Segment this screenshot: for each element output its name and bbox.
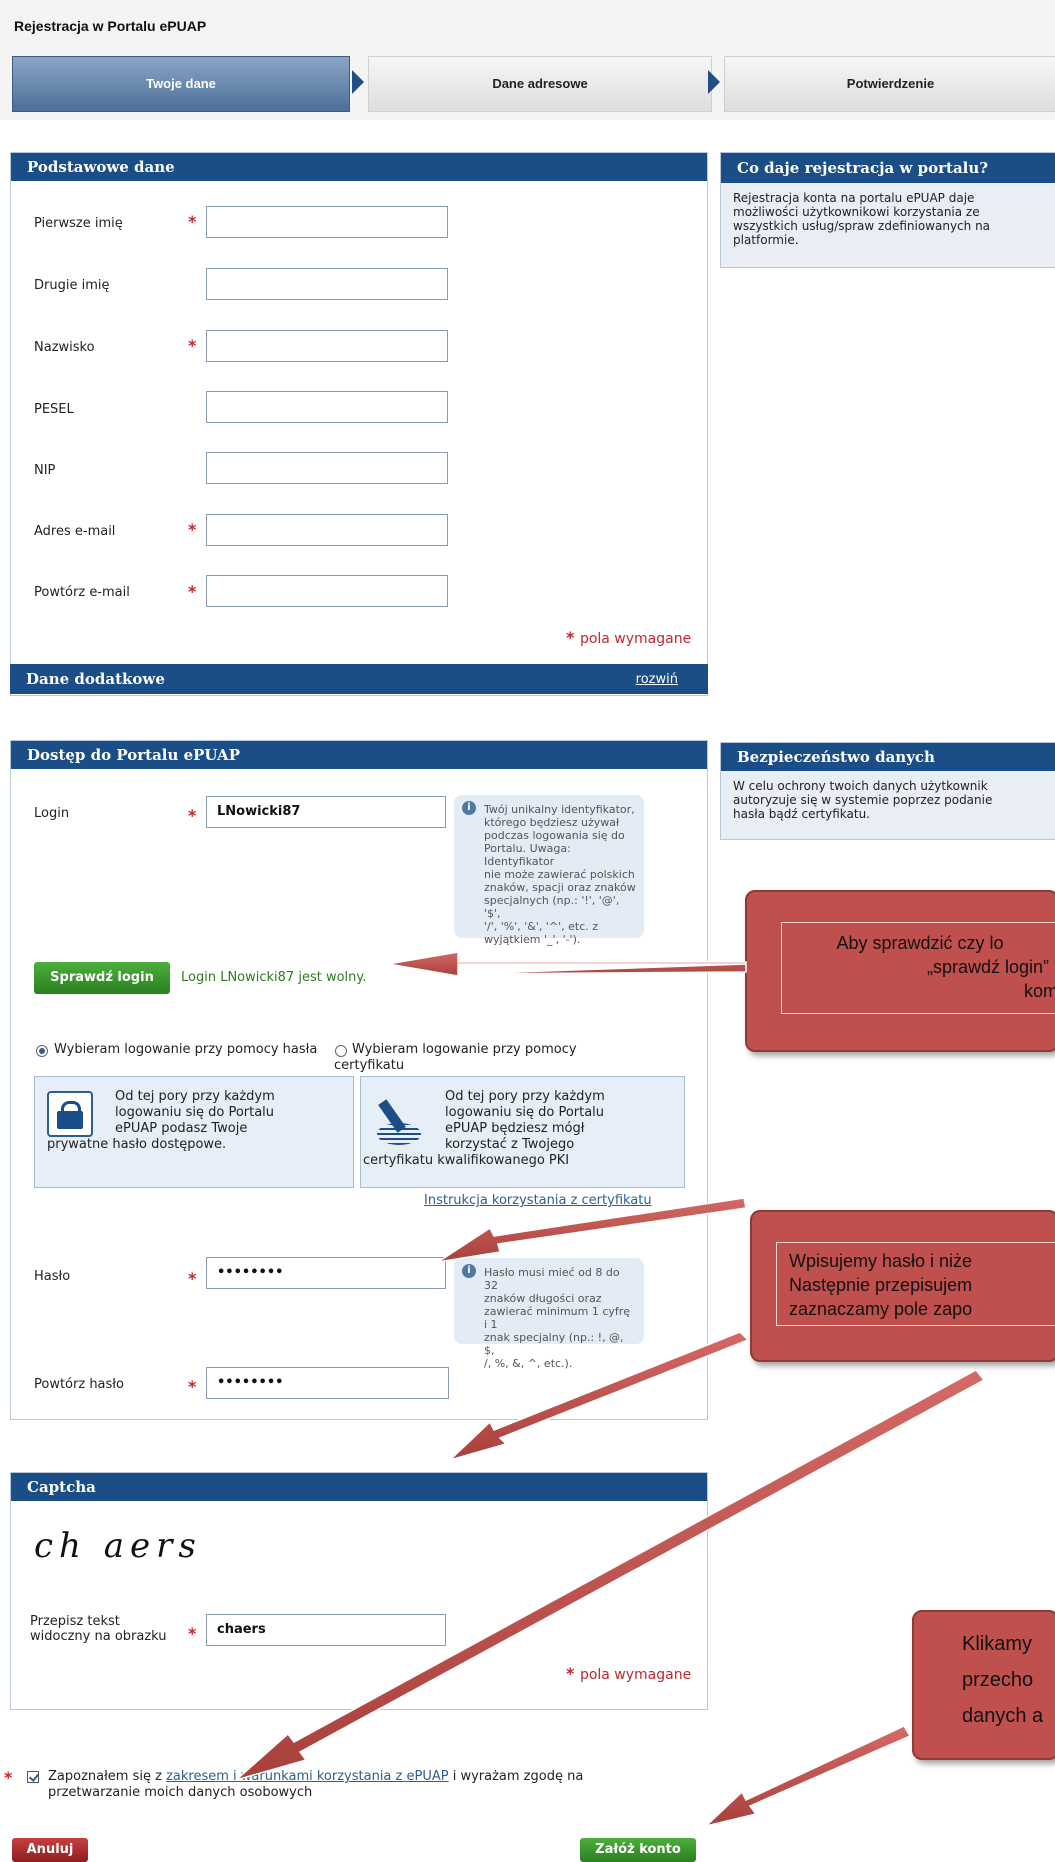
annotation-arrows (235, 951, 986, 1828)
arrow-icon (449, 1331, 750, 1461)
arrow-icon (437, 1197, 747, 1263)
arrow-icon (387, 951, 747, 977)
arrow-icon (235, 1369, 986, 1781)
arrow-icon (703, 1725, 912, 1828)
